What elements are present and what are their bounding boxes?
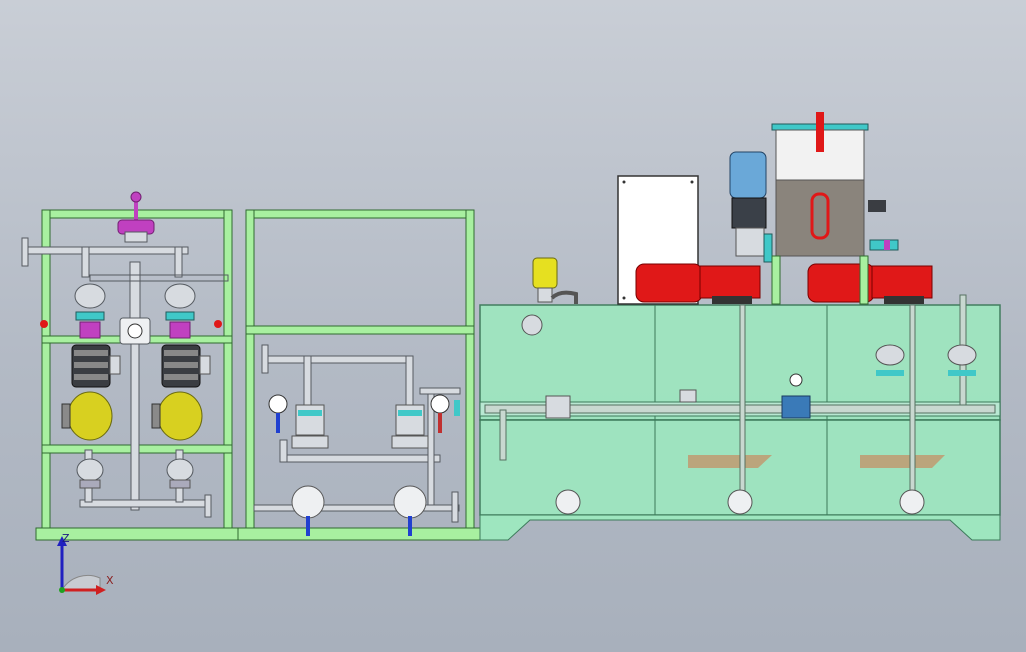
coordinate-triad: Z X [50, 530, 120, 600]
z-axis-label: Z [62, 532, 70, 545]
x-axis-label: X [106, 574, 114, 587]
skid-assembly-drawing [21, 112, 1001, 541]
blue-feeder-motor [729, 151, 773, 263]
middle-valve-assembly-1 [268, 394, 329, 536]
triad-arrows [57, 536, 106, 595]
middle-pipework [253, 344, 461, 523]
middle-valve-assembly-2 [391, 394, 460, 536]
middle-valve-frame [237, 209, 481, 541]
cad-viewport[interactable]: Z X [0, 0, 1026, 652]
red-agitator-motor-1 [635, 263, 761, 304]
red-agitator-motor-2 [807, 263, 933, 304]
center-relief-valve [119, 317, 151, 345]
level-sensor [532, 257, 578, 304]
